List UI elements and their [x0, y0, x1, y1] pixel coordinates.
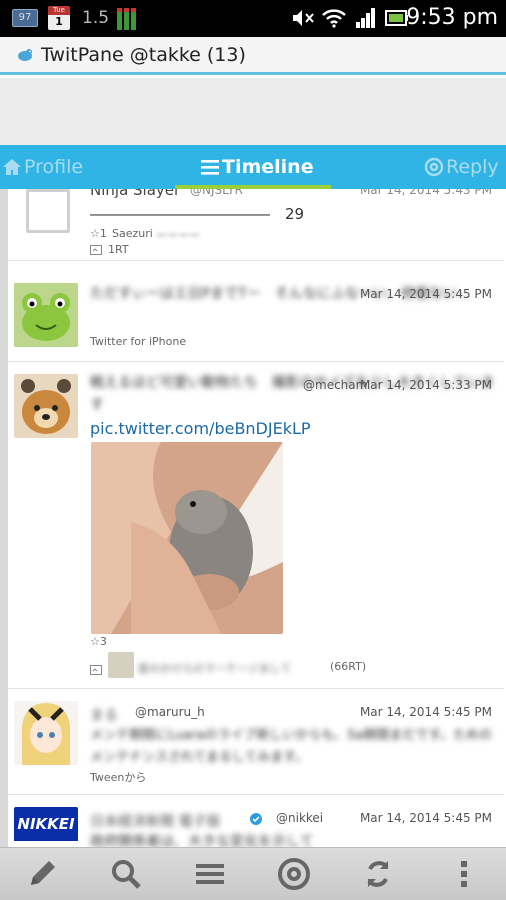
wifi-icon — [322, 9, 346, 28]
twitpane-bird-icon — [18, 49, 32, 61]
tweet-date: Mar 14, 2014 5:43 PM — [359, 189, 492, 197]
mention-icon — [278, 858, 310, 890]
data-rate: 1.5 — [82, 8, 110, 28]
avatar[interactable] — [14, 701, 78, 765]
overflow-menu-button[interactable] — [444, 856, 484, 892]
frog-avatar-icon — [14, 283, 78, 347]
tweet-author-blurred: 日本経済新聞 電子版 — [90, 814, 221, 830]
header-spacer — [0, 78, 506, 145]
avatar[interactable] — [14, 283, 78, 347]
tab-timeline[interactable]: Timeline — [200, 145, 314, 189]
tab-profile[interactable]: Profile — [2, 145, 83, 189]
retweet-count: 1RT — [108, 243, 129, 256]
tweet-photo[interactable] — [91, 442, 283, 634]
tweet-date: Mar 14, 2014 5:45 PM — [359, 705, 492, 719]
page-title: TwitPane @takke (13) — [41, 44, 246, 66]
tab-reply-label: Reply — [446, 156, 499, 178]
nikkei-logo: NIKKEI — [14, 807, 78, 841]
calendar-day: 1 — [55, 15, 63, 28]
app-title-bar: TwitPane @takke (13) — [0, 37, 506, 75]
cell-signal-icon — [356, 8, 375, 28]
home-icon — [3, 159, 21, 175]
retweeter-names-blurred: 星のかけらのマーケージまして — [138, 662, 292, 675]
calendar-icon: Tue 1 — [48, 6, 70, 30]
tab-bar: Profile Timeline Reply — [0, 145, 506, 189]
dog-avatar-icon — [14, 374, 78, 438]
retweet-count: (66RT) — [330, 660, 367, 673]
tweet-date: Mar 14, 2014 5:45 PM — [359, 811, 492, 825]
mention-button[interactable] — [274, 856, 314, 892]
fav-user-blurred: ーーーー — [156, 229, 200, 242]
fav-count: ☆3 — [90, 635, 107, 648]
hamster-photo-icon — [91, 442, 283, 634]
tab-reply[interactable]: Reply — [424, 145, 499, 189]
verified-icon — [250, 813, 262, 825]
tweet-handle: @mecham — [303, 378, 368, 392]
tab-profile-label: Profile — [24, 156, 84, 178]
tweet-handle: @nikkei — [276, 811, 324, 825]
fav-count: ☆1 — [90, 227, 107, 240]
compose-icon — [31, 861, 55, 885]
search-icon — [112, 860, 141, 889]
tweet-text: ―――――――――――― 29 — [90, 205, 305, 223]
menu-icon — [201, 160, 219, 175]
avatar[interactable] — [14, 374, 78, 438]
tweet-source: Twitter for iPhone — [90, 335, 187, 348]
fav-user: Saezuri — [112, 227, 153, 240]
tweet-handle: @NJSLYR — [190, 189, 243, 197]
signal-meter-icon — [117, 8, 136, 30]
list-button[interactable] — [190, 856, 230, 892]
retweet-icon — [90, 665, 102, 675]
search-button[interactable] — [106, 856, 146, 892]
tweet-date: Mar 14, 2014 5:45 PM — [359, 287, 492, 301]
refresh-button[interactable] — [358, 856, 398, 892]
tab-timeline-label: Timeline — [222, 156, 314, 178]
notification-badge-icon: 97 — [12, 9, 38, 27]
list-icon — [196, 864, 224, 884]
tweet-text-blurred: メンテ期間にLuaraのライブ新しいからも、Sa期間まだです。ためのメンテナンス… — [90, 728, 493, 765]
refresh-icon — [367, 861, 389, 887]
retweet-icon — [90, 245, 102, 255]
timeline-list[interactable]: Ninja Slayer @NJSLYR Mar 14, 2014 5:43 P… — [8, 189, 504, 847]
tweet-author-name: Ninja Slayer — [90, 189, 181, 199]
tweet-link[interactable]: pic.twitter.com/beBnDJEkLP — [90, 419, 311, 438]
at-icon — [424, 157, 444, 177]
calendar-day-name: Tue — [48, 6, 70, 15]
tweet-item[interactable]: まる @maruru_h Mar 14, 2014 5:45 PM メンテ期間に… — [8, 689, 504, 795]
overflow-menu-icon — [461, 861, 467, 887]
clock: 9:53 pm — [406, 5, 498, 30]
anime-avatar-icon — [14, 701, 78, 765]
tweet-item[interactable]: NIKKEI 日本経済新聞 電子版 @nikkei Mar 14, 2014 5… — [8, 795, 504, 847]
tweet-item[interactable]: ただすぃーはエ日PまでTー そんなにふなーい、修復ない... Mar 14, 2… — [8, 261, 504, 362]
status-bar: 97 Tue 1 1.5 9:53 pm — [0, 0, 506, 37]
tweet-date: Mar 14, 2014 5:33 PM — [359, 378, 492, 392]
left-edge-shadow — [0, 189, 8, 847]
avatar[interactable] — [26, 189, 70, 233]
tweet-source: Tweenから — [90, 771, 147, 784]
compose-button[interactable] — [22, 856, 62, 892]
tweet-item[interactable]: Ninja Slayer @NJSLYR Mar 14, 2014 5:43 P… — [8, 189, 504, 261]
tweet-text-blurred: 政府関係者は、大きな変化を示して — [90, 834, 314, 847]
tweet-author-blurred: まる — [90, 708, 118, 724]
tweet-handle: @maruru_h — [135, 705, 205, 719]
tweet-item[interactable]: 戦えるほど可愛い動物たち 撮影のサイズを少し大きくしています @mecham M… — [8, 362, 504, 689]
bottom-toolbar — [0, 847, 506, 900]
avatar[interactable]: NIKKEI — [14, 807, 78, 847]
retweeter-avatar[interactable] — [108, 652, 134, 678]
mute-icon — [293, 10, 314, 26]
